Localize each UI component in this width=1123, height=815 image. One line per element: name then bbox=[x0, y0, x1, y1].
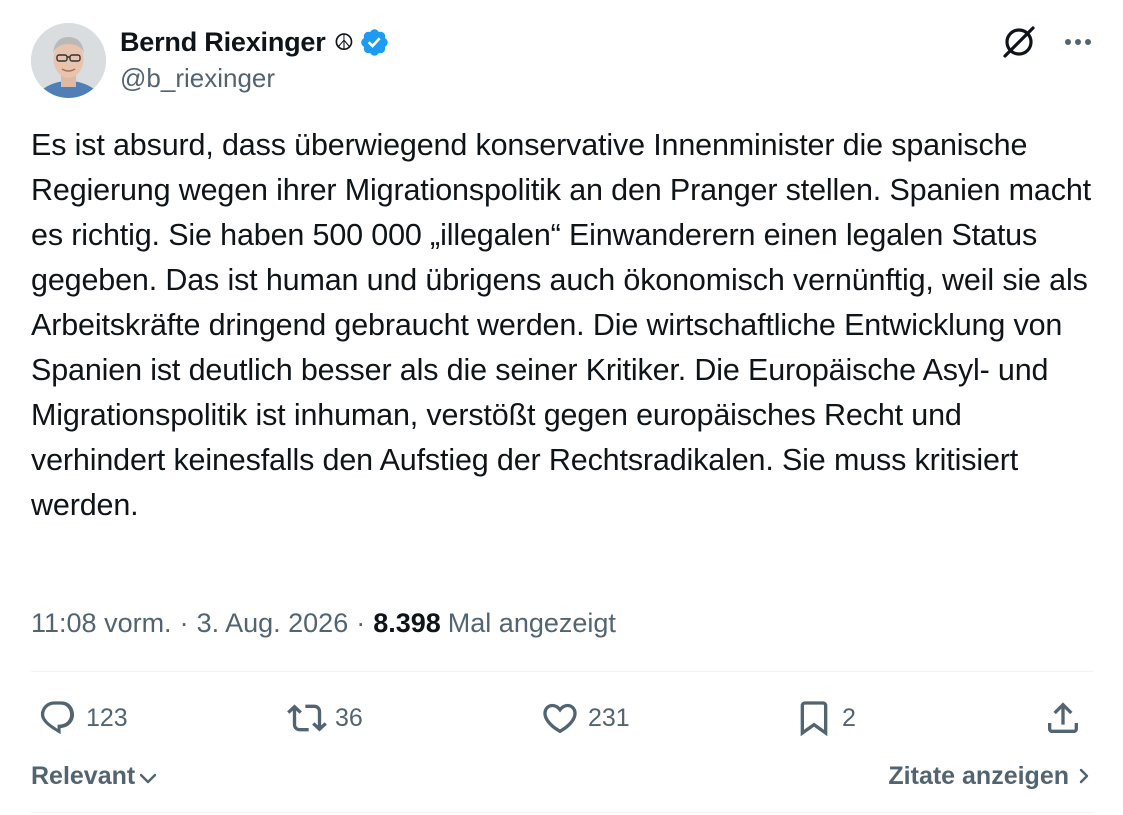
more-options-icon[interactable] bbox=[1063, 27, 1093, 57]
meta-separator-1: · bbox=[179, 607, 189, 638]
top-actions bbox=[999, 22, 1093, 62]
meta-separator-2: · bbox=[356, 607, 366, 638]
reply-count: 123 bbox=[86, 703, 128, 732]
divider-bottom bbox=[31, 812, 1093, 813]
sort-label: Relevant bbox=[31, 761, 136, 790]
share-icon bbox=[1048, 702, 1078, 733]
repost-count: 36 bbox=[335, 703, 363, 732]
repost-icon bbox=[287, 704, 327, 732]
reply-button[interactable]: 123 bbox=[38, 692, 128, 744]
tweet-meta: 11:08 vorm. · 3. Aug. 2026 · 8.398 Mal a… bbox=[31, 603, 616, 643]
author-name-row: Bernd Riexinger ☮ bbox=[120, 25, 390, 59]
verified-badge-icon[interactable] bbox=[359, 27, 390, 58]
like-button[interactable]: 231 bbox=[540, 692, 630, 744]
avatar[interactable] bbox=[31, 23, 106, 98]
action-bar: 123 36 231 2 bbox=[31, 692, 1093, 744]
sort-dropdown[interactable]: Relevant bbox=[31, 756, 159, 796]
views-count[interactable]: 8.398 bbox=[373, 608, 441, 639]
like-icon bbox=[543, 703, 577, 734]
bookmark-button[interactable]: 2 bbox=[794, 692, 856, 744]
bookmark-icon bbox=[800, 701, 828, 737]
tweet-time[interactable]: 11:08 vorm. bbox=[31, 608, 172, 639]
avatar-image bbox=[31, 23, 106, 98]
author-handle[interactable]: @b_riexinger bbox=[120, 63, 275, 94]
author-name[interactable]: Bernd Riexinger bbox=[120, 27, 326, 58]
grok-icon[interactable] bbox=[999, 22, 1039, 62]
reply-icon bbox=[40, 701, 75, 735]
bookmark-count: 2 bbox=[842, 703, 856, 732]
quotes-label: Zitate anzeigen bbox=[888, 761, 1069, 790]
view-quotes-link[interactable]: Zitate anzeigen bbox=[888, 756, 1093, 796]
repost-button[interactable]: 36 bbox=[287, 692, 363, 744]
reply-controls: Relevant Zitate anzeigen bbox=[31, 756, 1093, 796]
chevron-down-icon bbox=[140, 773, 157, 784]
tweet-date[interactable]: 3. Aug. 2026 bbox=[197, 608, 349, 639]
peace-symbol: ☮ bbox=[333, 28, 355, 55]
share-button[interactable] bbox=[1043, 692, 1083, 744]
divider bbox=[31, 671, 1093, 672]
like-count: 231 bbox=[588, 703, 630, 732]
views-label: Mal angezeigt bbox=[447, 607, 616, 638]
tweet-text: Es ist absurd, dass überwiegend konserva… bbox=[31, 128, 1091, 522]
chevron-right-icon bbox=[1079, 768, 1089, 784]
